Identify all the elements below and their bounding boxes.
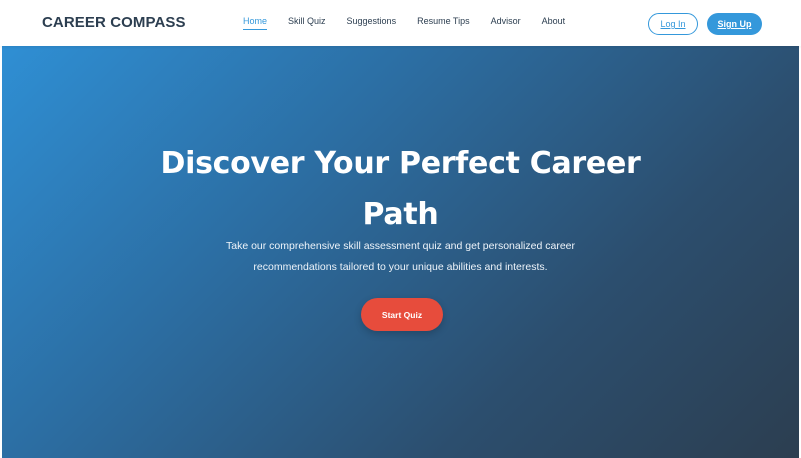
navbar: CAREER COMPASS Home Skill Quiz Suggestio… bbox=[0, 0, 801, 46]
hero-subtitle: Take our comprehensive skill assessment … bbox=[225, 240, 575, 273]
login-button[interactable]: Log In bbox=[648, 13, 698, 35]
signup-button[interactable]: Sign Up bbox=[707, 13, 762, 35]
nav-link-resume-tips[interactable]: Resume Tips bbox=[417, 16, 470, 30]
site-logo[interactable]: CAREER COMPASS bbox=[42, 14, 186, 31]
hero-section: Discover Your Perfect Career Path Take o… bbox=[2, 46, 799, 458]
nav-link-about[interactable]: About bbox=[542, 16, 566, 30]
nav-link-advisor[interactable]: Advisor bbox=[491, 16, 521, 30]
start-quiz-button[interactable]: Start Quiz bbox=[361, 298, 443, 331]
nav-link-home[interactable]: Home bbox=[243, 16, 268, 30]
nav-link-suggestions[interactable]: Suggestions bbox=[347, 16, 397, 30]
nav-links: Home Skill Quiz Suggestions Resume Tips … bbox=[243, 16, 565, 30]
nav-link-skill-quiz[interactable]: Skill Quiz bbox=[288, 16, 326, 30]
hero-title: Discover Your Perfect Career Path bbox=[160, 146, 641, 232]
